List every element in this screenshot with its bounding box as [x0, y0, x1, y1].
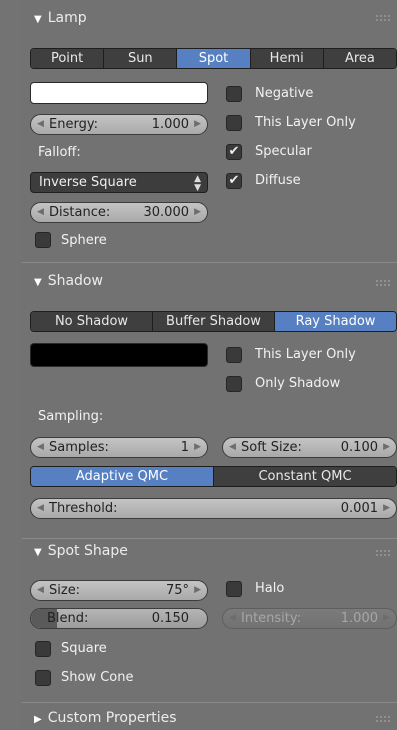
- diffuse-label: Diffuse: [255, 173, 301, 188]
- lamp-title: Lamp: [47, 10, 87, 26]
- size-label: Size:: [49, 583, 81, 598]
- drag-grip-icon[interactable]: [375, 715, 391, 723]
- lamp-panel-header[interactable]: ▼ Lamp: [34, 8, 87, 28]
- soft-size-field[interactable]: ◀ Soft Size: 0.100 ▶: [222, 437, 397, 458]
- show-cone-label: Show Cone: [61, 670, 134, 685]
- increment-arrow-icon[interactable]: ▶: [194, 438, 201, 457]
- custom-properties-title: Custom Properties: [47, 710, 177, 726]
- lamp-type-hemi[interactable]: Hemi: [249, 49, 323, 68]
- sphere-label: Sphere: [61, 233, 107, 248]
- samples-label: Samples:: [49, 440, 109, 455]
- shadow-mode-buffer[interactable]: Buffer Shadow: [152, 312, 274, 331]
- decrement-arrow-icon[interactable]: ◀: [37, 438, 44, 457]
- show-cone-checkbox[interactable]: [35, 670, 51, 686]
- shadow-panel: ▼ Shadow: [22, 262, 397, 538]
- expand-triangle-icon: ▶: [34, 714, 42, 725]
- shadow-color-swatch[interactable]: [30, 343, 208, 367]
- updown-arrow-icon: ▲ ▼: [194, 174, 201, 193]
- shadow-panel-header[interactable]: ▼ Shadow: [34, 271, 103, 291]
- lamp-this-layer-only-label: This Layer Only: [255, 115, 356, 130]
- drag-grip-icon[interactable]: [375, 279, 391, 287]
- drag-grip-icon[interactable]: [375, 549, 391, 557]
- increment-arrow-icon[interactable]: ▶: [194, 115, 201, 134]
- square-label: Square: [61, 641, 107, 656]
- blend-label: Blend:: [47, 611, 89, 626]
- collapse-triangle-icon: ▼: [34, 547, 42, 558]
- sphere-checkbox[interactable]: [35, 232, 51, 248]
- lamp-type-area[interactable]: Area: [322, 49, 396, 68]
- increment-arrow-icon[interactable]: ▶: [383, 438, 390, 457]
- samples-field[interactable]: ◀ Samples: 1 ▶: [30, 437, 208, 458]
- threshold-value: 0.001: [340, 501, 378, 516]
- lamp-type-spot[interactable]: Spot: [176, 49, 250, 68]
- shadow-mode-selector: No Shadow Buffer Shadow Ray Shadow: [30, 311, 397, 332]
- lamp-type-selector: Point Sun Spot Hemi Area: [30, 48, 397, 69]
- halo-checkbox[interactable]: [226, 581, 242, 597]
- drag-grip-icon[interactable]: [375, 14, 391, 22]
- intensity-value: 1.000: [340, 611, 378, 626]
- blend-slider[interactable]: Blend: 0.150: [30, 608, 208, 629]
- decrement-arrow-icon[interactable]: ◀: [37, 203, 44, 222]
- negative-label: Negative: [255, 86, 314, 101]
- increment-arrow-icon[interactable]: ▶: [194, 203, 201, 222]
- diffuse-checkbox[interactable]: ✔: [226, 173, 242, 189]
- size-field[interactable]: ◀ Size: 75° ▶: [30, 580, 208, 601]
- custom-properties-panel: ▶ Custom Properties: [22, 702, 397, 728]
- decrement-arrow-icon[interactable]: ◀: [37, 499, 44, 518]
- decrement-arrow-icon[interactable]: ◀: [37, 115, 44, 134]
- soft-size-value: 0.100: [340, 440, 378, 455]
- energy-field[interactable]: ◀ Energy: 1.000 ▶: [30, 114, 208, 135]
- only-shadow-checkbox[interactable]: [226, 376, 242, 392]
- negative-checkbox[interactable]: [226, 86, 242, 102]
- intensity-field[interactable]: ◀ Intensity: 1.000 ▶: [222, 608, 397, 629]
- falloff-value: Inverse Square: [39, 175, 137, 190]
- checkmark-icon: ✔: [228, 173, 240, 188]
- qmc-adaptive[interactable]: Adaptive QMC: [31, 467, 213, 486]
- soft-size-label: Soft Size:: [241, 440, 302, 455]
- shadow-this-layer-only-label: This Layer Only: [255, 347, 356, 362]
- sampling-label: Sampling:: [38, 409, 104, 424]
- falloff-dropdown[interactable]: Inverse Square ▲ ▼: [30, 172, 208, 193]
- shadow-this-layer-only-checkbox[interactable]: [226, 347, 242, 363]
- collapse-triangle-icon: ▼: [34, 277, 42, 288]
- only-shadow-label: Only Shadow: [255, 376, 341, 391]
- decrement-arrow-icon[interactable]: ◀: [37, 581, 44, 600]
- lamp-type-sun[interactable]: Sun: [103, 49, 177, 68]
- distance-field[interactable]: ◀ Distance: 30.000 ▶: [30, 202, 208, 223]
- increment-arrow-icon[interactable]: ▶: [194, 581, 201, 600]
- distance-label: Distance:: [49, 205, 111, 220]
- spot-shape-title: Spot Shape: [47, 543, 128, 559]
- qmc-mode-selector: Adaptive QMC Constant QMC: [30, 466, 397, 487]
- increment-arrow-icon[interactable]: ▶: [383, 499, 390, 518]
- intensity-label: Intensity:: [241, 611, 302, 626]
- samples-value: 1: [180, 440, 189, 455]
- shadow-mode-none[interactable]: No Shadow: [31, 312, 152, 331]
- qmc-constant[interactable]: Constant QMC: [213, 467, 396, 486]
- shadow-mode-ray[interactable]: Ray Shadow: [274, 312, 396, 331]
- increment-arrow-icon[interactable]: ▶: [383, 609, 390, 628]
- decrement-arrow-icon[interactable]: ◀: [229, 438, 236, 457]
- energy-value: 1.000: [151, 117, 189, 132]
- lamp-color-swatch[interactable]: [30, 82, 208, 104]
- shadow-title: Shadow: [47, 273, 103, 289]
- threshold-label: Threshold:: [49, 501, 118, 516]
- custom-properties-header[interactable]: ▶ Custom Properties: [34, 708, 177, 728]
- falloff-label: Falloff:: [38, 145, 81, 160]
- size-value: 75°: [165, 583, 189, 598]
- collapse-triangle-icon: ▼: [34, 14, 42, 25]
- energy-label: Energy:: [49, 117, 98, 132]
- distance-value: 30.000: [143, 205, 190, 220]
- lamp-type-point[interactable]: Point: [31, 49, 104, 68]
- lamp-this-layer-only-checkbox[interactable]: [226, 115, 242, 131]
- halo-label: Halo: [255, 581, 285, 596]
- threshold-field[interactable]: ◀ Threshold: 0.001 ▶: [30, 498, 397, 519]
- spot-shape-panel-header[interactable]: ▼ Spot Shape: [34, 541, 128, 561]
- specular-label: Specular: [255, 144, 312, 159]
- specular-checkbox[interactable]: ✔: [226, 144, 242, 160]
- blend-value: 0.150: [151, 611, 189, 626]
- decrement-arrow-icon[interactable]: ◀: [229, 609, 236, 628]
- square-checkbox[interactable]: [35, 641, 51, 657]
- checkmark-icon: ✔: [228, 144, 240, 159]
